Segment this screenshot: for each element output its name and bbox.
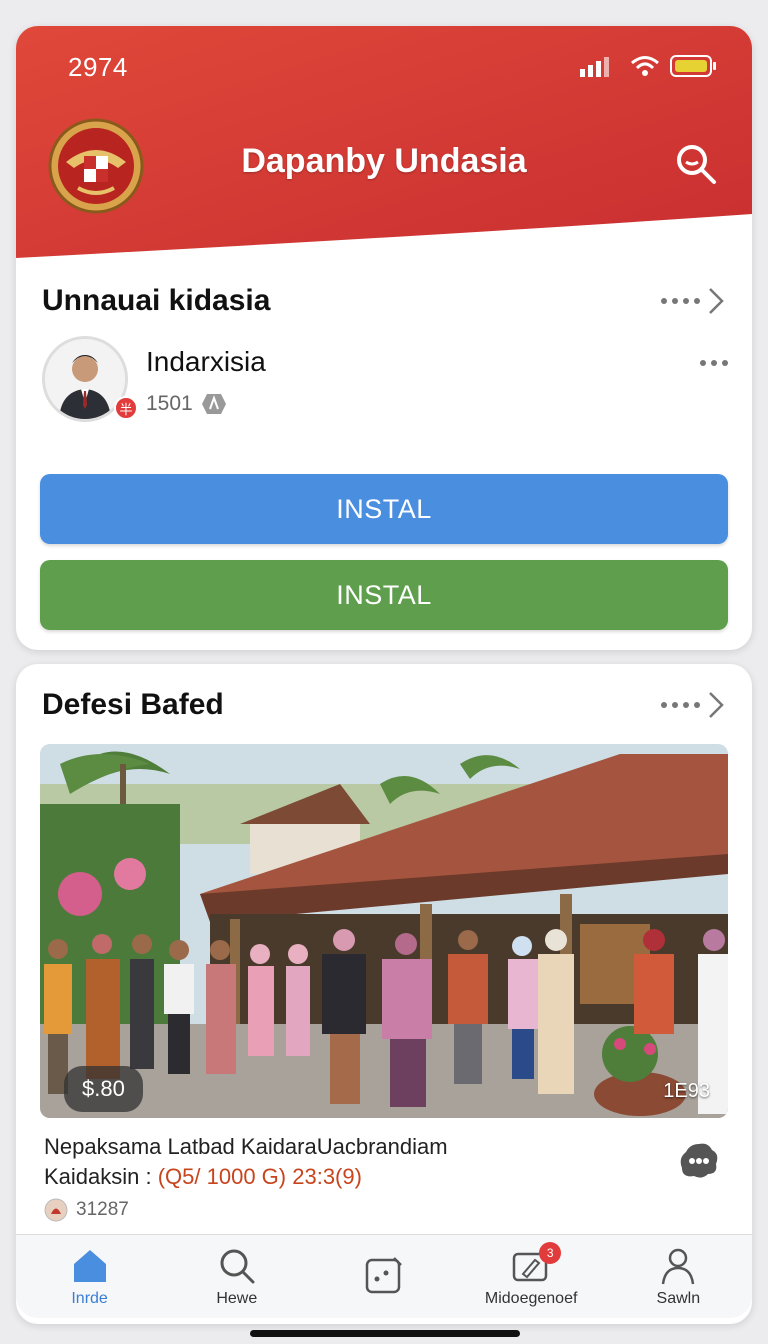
tab-label: Midoegenoef: [484, 1289, 578, 1307]
tab-profile[interactable]: Sawln: [608, 1246, 748, 1308]
search-icon[interactable]: [672, 140, 720, 188]
photo-count: 1E93: [663, 1080, 710, 1102]
home-icon: [73, 1249, 106, 1282]
profile-more-icon[interactable]: [700, 360, 728, 366]
profile-name: Indarxisia: [146, 346, 266, 377]
home-indicator[interactable]: [250, 1330, 520, 1337]
profile-row[interactable]: 半 Indarxisia 1501: [42, 336, 732, 426]
rating-badge-icon: [201, 394, 226, 414]
profile-count: 1501: [146, 392, 193, 415]
status-time: 2974: [68, 52, 128, 82]
post-subtitle-prefix: Kaidaksin :: [44, 1164, 158, 1189]
app-title: Dapanby Undasia: [241, 142, 527, 180]
tab-badge: 3: [539, 1241, 562, 1264]
post-subtitle-highlight: (Q5/ 1000 G) 23:3(9): [157, 1164, 362, 1189]
avatar-badge: 半: [114, 396, 138, 420]
tab-label: Sawln: [656, 1289, 701, 1307]
tab-label: Hewe: [216, 1289, 258, 1307]
tab-label: Inrde: [71, 1289, 108, 1307]
section-more-button[interactable]: [661, 286, 726, 316]
post-meta: 31287: [44, 1198, 129, 1222]
install-button-primary[interactable]: INSTAL: [40, 474, 728, 544]
status-icons: [580, 54, 716, 78]
section-title: Unnauai kidasia: [42, 284, 271, 317]
tab-games[interactable]: [314, 1255, 454, 1299]
feed-card: Defesi Bafed $.80 1E93 Nepaksama Latbad …: [16, 664, 752, 1324]
village-scene-image: [40, 744, 728, 1118]
post-meta-count: 31287: [76, 1199, 129, 1220]
more-dots-icon: [661, 702, 700, 708]
chat-bubble-icon[interactable]: [678, 1142, 720, 1180]
tab-search[interactable]: Hewe: [167, 1246, 307, 1308]
profile-count-row: 1501: [146, 392, 227, 416]
feed-more-button[interactable]: [661, 690, 726, 720]
signal-icon: [580, 57, 609, 77]
post-subtitle: Kaidaksin : (Q5/ 1000 G) 23:3(9): [44, 1164, 362, 1190]
feed-photo[interactable]: $.80 1E93: [40, 744, 728, 1118]
price-tag: $.80: [64, 1066, 143, 1112]
battery-icon: [670, 55, 716, 77]
tab-messages[interactable]: 3 Midoegenoef: [461, 1241, 601, 1308]
more-dots-icon: [661, 298, 700, 304]
location-avatar-icon: [44, 1198, 68, 1222]
person-portrait-icon: [45, 339, 125, 419]
wifi-icon: [631, 56, 659, 76]
chevron-right-icon: [709, 692, 724, 718]
person-icon: [662, 1248, 695, 1284]
app-header: 2974 Dapanby Undasia: [16, 26, 752, 266]
post-title[interactable]: Nepaksama Latbad KaidaraUacbrandiam: [44, 1134, 448, 1160]
install-button-secondary[interactable]: INSTAL: [40, 560, 728, 630]
feed-section-title: Defesi Bafed: [42, 688, 224, 721]
chevron-right-icon: [709, 288, 724, 314]
top-card: 2974 Dapanby Undasia Unnauai kidasia 半 I…: [16, 26, 752, 650]
tab-home[interactable]: Inrde: [20, 1246, 160, 1308]
bottom-tabbar: Inrde Hewe 3 Midoegenoef Sawln: [16, 1234, 752, 1318]
dice-icon: [365, 1256, 402, 1293]
search-icon: [220, 1249, 255, 1283]
